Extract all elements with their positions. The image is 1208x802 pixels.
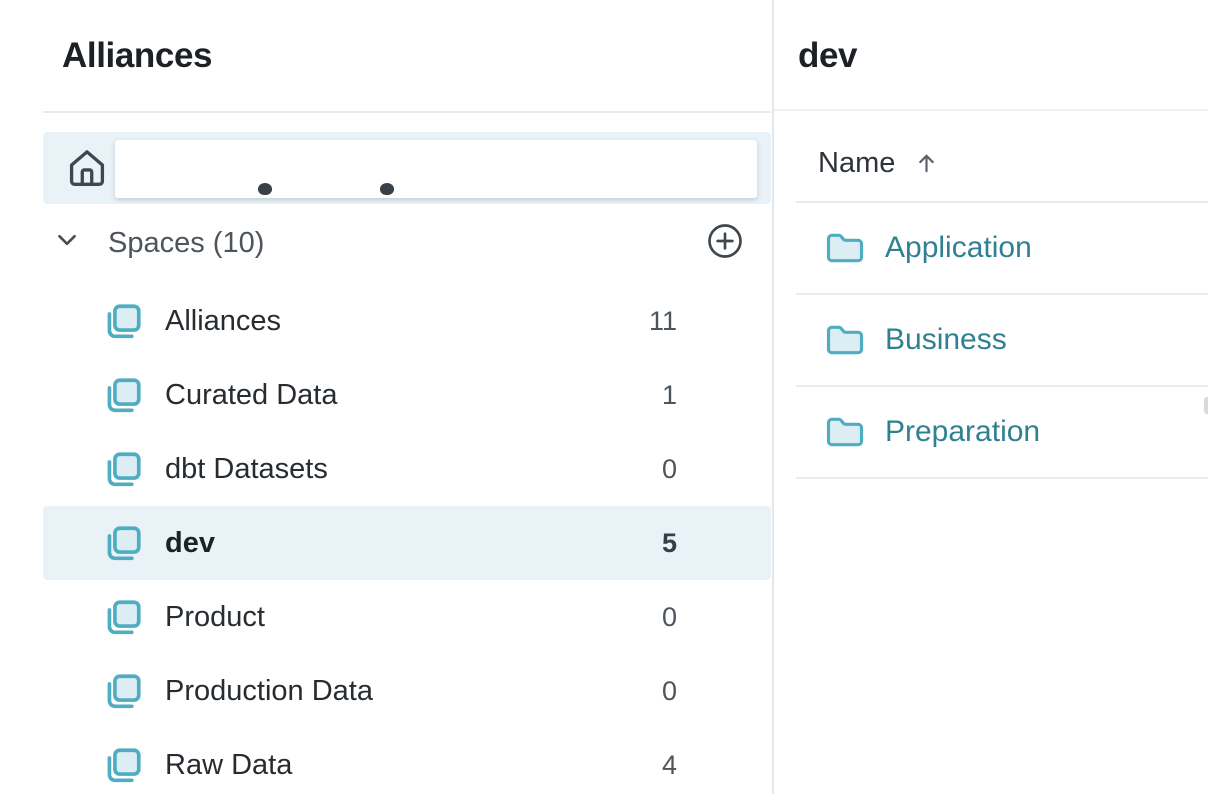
sidebar-item-label: Alliances	[165, 305, 281, 338]
redaction-text-remnant	[380, 183, 394, 195]
table-row[interactable]: Application	[796, 203, 1208, 295]
folder-icon	[823, 412, 867, 452]
space-icon	[101, 670, 145, 714]
sidebar-item-count: 0	[662, 602, 677, 633]
folder-table: Application Business Preparation	[796, 203, 1208, 479]
sidebar-item-label: Raw Data	[165, 749, 292, 782]
space-icon	[101, 374, 145, 418]
sidebar-item-count: 5	[662, 528, 677, 559]
folder-icon	[823, 228, 867, 268]
panel-divider	[774, 109, 1208, 111]
sidebar-item-label: Product	[165, 601, 265, 634]
folder-link[interactable]: Business	[885, 323, 1007, 357]
sidebar-item-label: Production Data	[165, 675, 373, 708]
space-icon	[101, 744, 145, 788]
chevron-down-icon[interactable]	[54, 227, 84, 257]
space-contents-panel: dev Name Application B	[772, 0, 1208, 794]
space-icon	[101, 300, 145, 344]
sidebar-item-count: 4	[662, 750, 677, 781]
sidebar-item-label: Curated Data	[165, 379, 338, 412]
home-icon	[66, 144, 108, 197]
clipped-edge-element	[1204, 397, 1208, 414]
sidebar-item-product[interactable]: Product 0	[43, 580, 771, 654]
home-nav-row[interactable]	[43, 132, 771, 204]
sidebar-item-label: dbt Datasets	[165, 453, 328, 486]
arrow-up-icon	[915, 150, 938, 176]
spaces-list: Alliances 11 Curated Data 1 dbt Datasets	[43, 284, 771, 802]
spaces-section-label: Spaces (10)	[108, 227, 264, 260]
redacted-text-overlay	[115, 140, 757, 198]
sidebar-item-production-data[interactable]: Production Data 0	[43, 654, 771, 728]
folder-link[interactable]: Application	[885, 231, 1032, 265]
name-column-header[interactable]: Name	[818, 143, 938, 183]
space-icon	[101, 448, 145, 492]
table-row[interactable]: Business	[796, 295, 1208, 387]
name-column-label: Name	[818, 147, 895, 180]
spaces-sidebar: Alliances Spaces (10)	[0, 0, 772, 794]
sidebar-item-alliances[interactable]: Alliances 11	[43, 284, 771, 358]
sidebar-title-divider	[43, 111, 771, 113]
sidebar-item-raw-data[interactable]: Raw Data 4	[43, 728, 771, 802]
redaction-text-remnant	[258, 183, 272, 195]
sidebar-item-dbt-datasets[interactable]: dbt Datasets 0	[43, 432, 771, 506]
sidebar-item-label: dev	[165, 527, 215, 560]
add-space-button[interactable]	[705, 221, 745, 261]
table-row[interactable]: Preparation	[796, 387, 1208, 479]
folder-icon	[823, 320, 867, 360]
sidebar-item-curated-data[interactable]: Curated Data 1	[43, 358, 771, 432]
space-icon	[101, 522, 145, 566]
space-icon	[101, 596, 145, 640]
page-title: dev	[798, 36, 857, 76]
sidebar-item-count: 0	[662, 676, 677, 707]
sidebar-item-count: 0	[662, 454, 677, 485]
sidebar-item-count: 1	[662, 380, 677, 411]
folder-link[interactable]: Preparation	[885, 415, 1040, 449]
sidebar-item-count: 11	[649, 306, 677, 337]
spaces-section-header: Spaces (10)	[43, 216, 771, 272]
sidebar-title: Alliances	[62, 36, 212, 76]
sidebar-item-dev[interactable]: dev 5	[43, 506, 771, 580]
